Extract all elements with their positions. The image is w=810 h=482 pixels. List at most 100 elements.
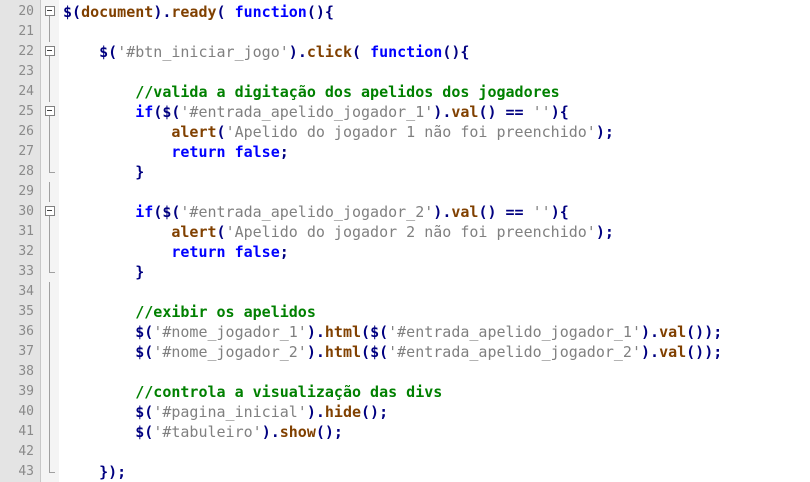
code-token: .: [297, 43, 307, 61]
code-editor[interactable]: 20 $(document).ready( function(){ 21 22 $('…: [0, 0, 810, 482]
fold-guide-icon: [45, 402, 56, 422]
fold-guide-icon: [45, 462, 56, 482]
code-text[interactable]: });: [63, 462, 126, 482]
code-token: '#entrada_apelido_jogador_1': [180, 103, 434, 121]
fold-guide-icon: [45, 182, 56, 202]
line-number: 31: [18, 224, 34, 239]
code-line[interactable]: 20 $(document).ready( function(){: [0, 2, 810, 22]
code-token: ): [433, 103, 443, 121]
code-text[interactable]: $('#btn_iniciar_jogo').click( function()…: [63, 42, 469, 62]
code-token: );: [595, 123, 614, 141]
code-token: .: [442, 103, 452, 121]
code-token: .: [442, 203, 452, 221]
code-text[interactable]: $('#tabuleiro').show();: [63, 422, 343, 442]
code-token: '#nome_jogador_1': [153, 323, 307, 341]
code-text[interactable]: //valida a digitação dos apelidos dos jo…: [63, 82, 560, 102]
code-line[interactable]: 24 //valida a digitação dos apelidos dos…: [0, 82, 810, 102]
fold-guide-icon: [45, 242, 56, 262]
code-token: ();: [315, 423, 343, 441]
line-number: 35: [18, 304, 34, 319]
code-text[interactable]: }: [63, 162, 144, 182]
code-token: $: [135, 423, 145, 441]
code-token: ): [306, 343, 316, 361]
code-token: .: [270, 423, 280, 441]
code-line[interactable]: 25 if($('#entrada_apelido_jogador_1').va…: [0, 102, 810, 122]
code-lines[interactable]: 20 $(document).ready( function(){ 21 22 $('…: [0, 2, 810, 482]
line-number: 32: [18, 244, 34, 259]
code-line[interactable]: 43 });: [0, 462, 810, 482]
code-token: ): [641, 323, 651, 341]
line-number: 40: [18, 404, 34, 419]
code-line[interactable]: 39 //controla a visualização das divs: [0, 382, 810, 402]
code-token: (){: [442, 43, 470, 61]
code-token: (: [153, 103, 163, 121]
code-line[interactable]: 23: [0, 62, 810, 82]
line-number: 23: [18, 64, 34, 79]
code-token: ready: [171, 3, 217, 21]
code-token: ): [153, 3, 163, 21]
code-token: (: [361, 343, 371, 361]
code-token: ;: [279, 143, 289, 161]
code-line[interactable]: 37 $('#nome_jogador_2').html($('#entrada…: [0, 342, 810, 362]
code-token: ): [641, 343, 651, 361]
code-token: .: [315, 323, 325, 341]
code-line[interactable]: 41 $('#tabuleiro').show();: [0, 422, 810, 442]
code-line[interactable]: 22 $('#btn_iniciar_jogo').click( functio…: [0, 42, 810, 62]
code-line[interactable]: 38: [0, 362, 810, 382]
code-token: '#pagina_inicial': [153, 403, 307, 421]
code-token: (: [379, 343, 389, 361]
code-line[interactable]: 33 }: [0, 262, 810, 282]
code-line[interactable]: 35 //exibir os apelidos: [0, 302, 810, 322]
fold-toggle-icon[interactable]: [45, 2, 56, 22]
code-line[interactable]: 21: [0, 22, 810, 42]
fold-toggle-icon[interactable]: [45, 42, 56, 62]
fold-guide-icon: [45, 362, 56, 382]
code-token: if: [135, 203, 154, 221]
fold-guide-icon: [45, 22, 56, 42]
code-text[interactable]: $('#nome_jogador_2').html($('#entrada_ap…: [63, 342, 722, 362]
code-line[interactable]: 34: [0, 282, 810, 302]
code-line[interactable]: 31 alert('Apelido do jogador 2 não foi p…: [0, 222, 810, 242]
code-text[interactable]: return false;: [63, 142, 289, 162]
code-text[interactable]: //controla a visualização das divs: [63, 382, 442, 402]
code-token: html: [324, 323, 362, 341]
code-text[interactable]: return false;: [63, 242, 288, 262]
code-token: ): [261, 423, 271, 441]
fold-toggle-icon[interactable]: [45, 102, 56, 122]
code-line[interactable]: 27 return false;: [0, 142, 810, 162]
line-number: 21: [18, 24, 34, 39]
code-text[interactable]: alert('Apelido do jogador 1 não foi pree…: [63, 122, 614, 142]
code-text[interactable]: alert('Apelido do jogador 2 não foi pree…: [63, 222, 614, 242]
code-token: //valida a digitação dos apelidos dos jo…: [135, 83, 560, 101]
fold-toggle-icon[interactable]: [45, 202, 56, 222]
code-text[interactable]: }: [63, 262, 144, 282]
code-text[interactable]: $('#nome_jogador_1').html($('#entrada_ap…: [63, 322, 722, 342]
code-token: '': [532, 203, 551, 221]
code-line[interactable]: 40 $('#pagina_inicial').hide();: [0, 402, 810, 422]
code-text[interactable]: $('#pagina_inicial').hide();: [63, 402, 388, 422]
code-line[interactable]: 42: [0, 442, 810, 462]
code-line[interactable]: 36 $('#nome_jogador_1').html($('#entrada…: [0, 322, 810, 342]
code-line[interactable]: 32 return false;: [0, 242, 810, 262]
code-line[interactable]: 29: [0, 182, 810, 202]
code-text[interactable]: $(document).ready( function(){: [63, 2, 334, 22]
code-text[interactable]: if($('#entrada_apelido_jogador_1').val()…: [63, 102, 569, 122]
code-text[interactable]: //exibir os apelidos: [63, 302, 316, 322]
code-token: return: [171, 143, 226, 161]
code-line[interactable]: 30 if($('#entrada_apelido_jogador_2').va…: [0, 202, 810, 222]
code-line[interactable]: 26 alert('Apelido do jogador 1 não foi p…: [0, 122, 810, 142]
code-text[interactable]: if($('#entrada_apelido_jogador_2').val()…: [63, 202, 569, 222]
fold-guide-icon: [45, 142, 56, 162]
code-token: val: [451, 203, 479, 221]
fold-guide-icon: [45, 382, 56, 402]
code-line[interactable]: 28 }: [0, 162, 810, 182]
